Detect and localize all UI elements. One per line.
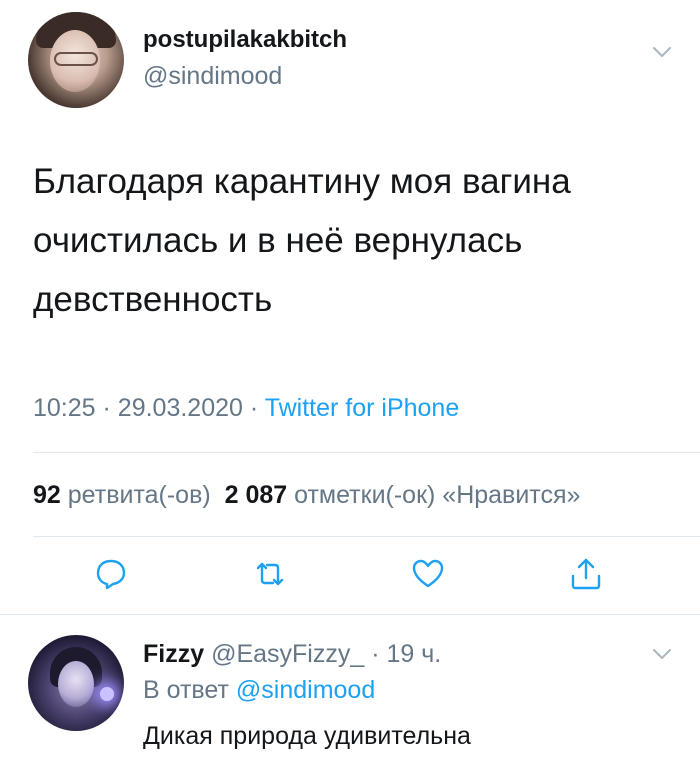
retweets-count: 92 — [33, 481, 61, 509]
chevron-down-icon[interactable] — [650, 40, 674, 64]
likes-stat[interactable]: 2 087 отметки(-ок) «Нравится» — [225, 481, 581, 509]
avatar-face — [58, 661, 94, 707]
meta-separator: · — [102, 394, 111, 422]
retweet-icon — [256, 562, 284, 586]
like-button[interactable] — [410, 556, 446, 592]
reply-author-handle[interactable]: @EasyFizzy_ — [211, 640, 364, 668]
heart-icon — [412, 559, 444, 588]
divider — [0, 614, 700, 615]
share-button[interactable] — [568, 556, 604, 592]
avatar-glow — [100, 687, 114, 701]
retweets-label: ретвита(-ов) — [67, 481, 211, 509]
tweet-stats: 92 ретвита(-ов) 2 087 отметки(-ок) «Нрав… — [33, 481, 580, 510]
reply-time[interactable]: 19 ч. — [387, 640, 442, 668]
reply-to-line: В ответ @sindimood — [143, 676, 375, 705]
retweet-button[interactable] — [252, 556, 288, 592]
divider — [33, 536, 700, 537]
reply-author-name[interactable]: Fizzy — [143, 640, 204, 668]
reply-header: Fizzy @EasyFizzy_ · 19 ч. — [143, 640, 441, 669]
tweet-text: Благодаря карантину моя вагина очистилас… — [33, 162, 571, 319]
meta-separator: · — [249, 394, 259, 422]
tweet-meta: 10:25 · 29.03.2020 · Twitter for iPhone — [33, 394, 459, 423]
tweet-source[interactable]: Twitter for iPhone — [265, 394, 460, 422]
reply-icon — [96, 559, 126, 590]
likes-label: отметки(-ок) «Нравится» — [294, 481, 581, 509]
tweet-time[interactable]: 10:25 — [33, 394, 96, 422]
author-name[interactable]: postupilakakbitch — [143, 26, 347, 54]
divider — [33, 452, 700, 453]
author-avatar[interactable] — [28, 12, 124, 108]
reply-author-avatar[interactable] — [28, 635, 124, 731]
share-icon — [571, 558, 601, 590]
reply-text: Дикая природа удивительна — [143, 722, 471, 750]
reply-button[interactable] — [93, 556, 129, 592]
retweets-stat[interactable]: 92 ретвита(-ов) — [33, 481, 211, 509]
meta-separator: · — [371, 640, 380, 668]
author-handle[interactable]: @sindimood — [143, 62, 282, 91]
reply-to-label: В ответ — [143, 676, 229, 704]
avatar-glasses — [54, 52, 98, 66]
likes-count: 2 087 — [224, 481, 288, 509]
tweet-date[interactable]: 29.03.2020 — [118, 394, 243, 422]
chevron-down-icon[interactable] — [650, 642, 674, 666]
reply-to-handle[interactable]: @sindimood — [236, 676, 375, 704]
